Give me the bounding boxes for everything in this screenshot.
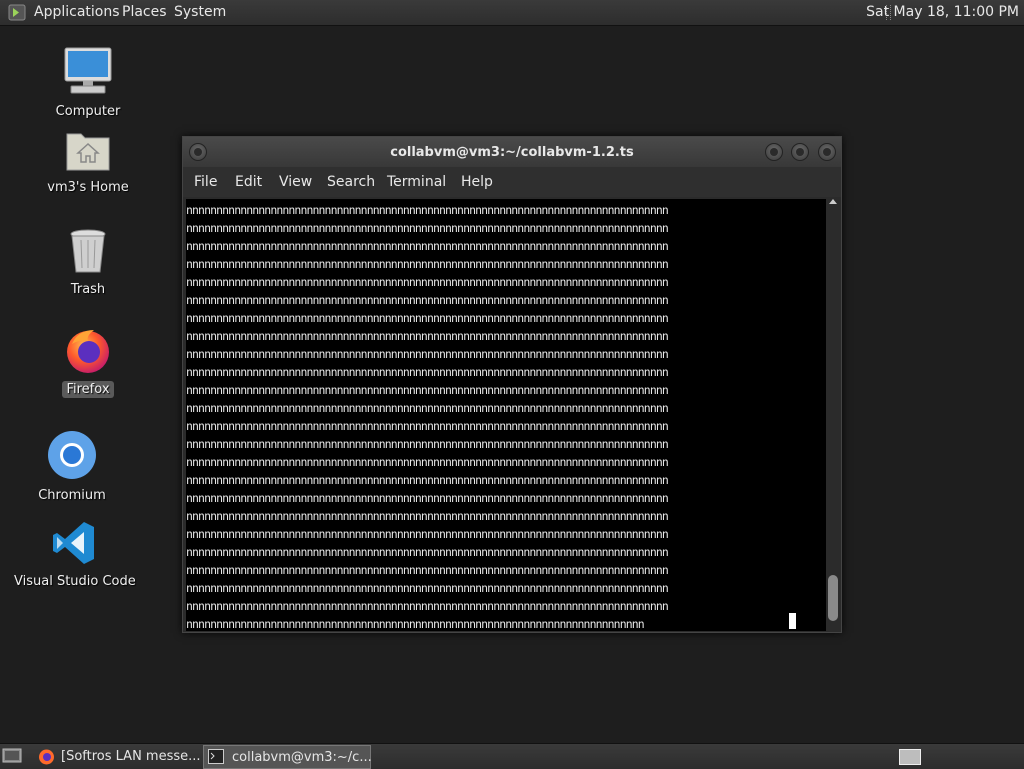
maximize-button[interactable] — [791, 143, 809, 161]
top-panel: Applications Places System Sat May 18, 1… — [0, 0, 1024, 26]
menu-edit[interactable]: Edit — [235, 174, 262, 190]
menu-applications[interactable]: Applications — [34, 4, 120, 20]
terminal-line: nnnnnnnnnnnnnnnnnnnnnnnnnnnnnnnnnnnnnnnn… — [186, 545, 669, 559]
terminal-scrollbar[interactable] — [826, 197, 840, 631]
terminal-menubar: File Edit View Search Terminal Help — [183, 167, 841, 197]
desktop-icon-home[interactable]: vm3's Home — [28, 128, 148, 195]
terminal-line: nnnnnnnnnnnnnnnnnnnnnnnnnnnnnnnnnnnnnnnn… — [186, 617, 645, 631]
show-desktop-icon[interactable] — [2, 747, 22, 764]
terminal-line: nnnnnnnnnnnnnnnnnnnnnnnnnnnnnnnnnnnnnnnn… — [186, 203, 669, 217]
terminal-cursor — [789, 613, 796, 629]
terminal-line: nnnnnnnnnnnnnnnnnnnnnnnnnnnnnnnnnnnnnnnn… — [186, 419, 669, 433]
chromium-icon — [48, 431, 96, 479]
menu-file[interactable]: File — [194, 174, 217, 190]
terminal-line: nnnnnnnnnnnnnnnnnnnnnnnnnnnnnnnnnnnnnnnn… — [186, 401, 669, 415]
taskbar-item-terminal[interactable]: collabvm@vm3:~/c... — [203, 745, 372, 769]
desktop-icon-label: vm3's Home — [47, 180, 129, 195]
terminal-text: nnnnnnnnnnnnnnnnnnnnnnnnnnnnnnnnnnnnnnnn… — [186, 201, 826, 631]
desktop-icon-label: Chromium — [38, 488, 106, 503]
terminal-line: nnnnnnnnnnnnnnnnnnnnnnnnnnnnnnnnnnnnnnnn… — [186, 275, 669, 289]
terminal-line: nnnnnnnnnnnnnnnnnnnnnnnnnnnnnnnnnnnnnnnn… — [186, 527, 669, 541]
terminal-line: nnnnnnnnnnnnnnnnnnnnnnnnnnnnnnnnnnnnnnnn… — [186, 455, 669, 469]
terminal-line: nnnnnnnnnnnnnnnnnnnnnnnnnnnnnnnnnnnnnnnn… — [186, 239, 669, 253]
terminal-line: nnnnnnnnnnnnnnnnnnnnnnnnnnnnnnnnnnnnnnnn… — [186, 509, 669, 523]
menu-help[interactable]: Help — [461, 174, 493, 190]
desktop-icon-label: Trash — [70, 282, 106, 297]
terminal-icon — [208, 749, 224, 764]
terminal-line: nnnnnnnnnnnnnnnnnnnnnnnnnnnnnnnnnnnnnnnn… — [186, 329, 669, 343]
close-button[interactable] — [818, 143, 836, 161]
terminal-line: nnnnnnnnnnnnnnnnnnnnnnnnnnnnnnnnnnnnnnnn… — [186, 383, 669, 397]
window-title: collabvm@vm3:~/collabvm-1.2.ts — [390, 145, 634, 160]
terminal-line: nnnnnnnnnnnnnnnnnnnnnnnnnnnnnnnnnnnnnnnn… — [186, 473, 669, 487]
firefox-icon — [39, 749, 54, 765]
desktop-icon-trash[interactable]: Trash — [28, 228, 148, 297]
terminal-line: nnnnnnnnnnnnnnnnnnnnnnnnnnnnnnnnnnnnnnnn… — [186, 257, 669, 271]
desktop-icon-label: Computer — [55, 104, 121, 119]
bottom-panel: [Softros LAN messe... collabvm@vm3:~/c..… — [0, 743, 1024, 769]
menu-search[interactable]: Search — [327, 174, 375, 190]
menu-terminal[interactable]: Terminal — [387, 174, 446, 190]
desktop-icon-vscode[interactable]: Visual Studio Code — [14, 520, 136, 589]
desktop-icon-chromium[interactable]: Chromium — [12, 430, 132, 503]
window-titlebar[interactable]: collabvm@vm3:~/collabvm-1.2.ts — [183, 137, 841, 167]
menu-view[interactable]: View — [279, 174, 312, 190]
menu-places[interactable]: Places — [122, 4, 167, 20]
terminal-line: nnnnnnnnnnnnnnnnnnnnnnnnnnnnnnnnnnnnnnnn… — [186, 221, 669, 235]
terminal-line: nnnnnnnnnnnnnnnnnnnnnnnnnnnnnnnnnnnnnnnn… — [186, 599, 669, 613]
terminal-line: nnnnnnnnnnnnnnnnnnnnnnnnnnnnnnnnnnnnnnnn… — [186, 311, 669, 325]
desktop-icon-label: Firefox — [62, 381, 114, 398]
terminal-line: nnnnnnnnnnnnnnnnnnnnnnnnnnnnnnnnnnnnnnnn… — [186, 293, 669, 307]
terminal-line: nnnnnnnnnnnnnnnnnnnnnnnnnnnnnnnnnnnnnnnn… — [186, 563, 669, 577]
terminal-line: nnnnnnnnnnnnnnnnnnnnnnnnnnnnnnnnnnnnnnnn… — [186, 365, 669, 379]
desktop-icon-firefox[interactable]: Firefox — [28, 326, 148, 398]
computer-icon — [64, 47, 112, 94]
terminal-line: nnnnnnnnnnnnnnnnnnnnnnnnnnnnnnnnnnnnnnnn… — [186, 437, 669, 451]
clock[interactable]: Sat May 18, 11:00 PM — [866, 4, 1019, 20]
terminal-output[interactable]: nnnnnnnnnnnnnnnnnnnnnnnnnnnnnnnnnnnnnnnn… — [186, 199, 826, 631]
trash-icon — [70, 229, 106, 273]
vscode-icon — [53, 522, 94, 564]
taskbar-item-label: [Softros LAN messe... — [61, 749, 201, 764]
scroll-up-arrow-icon[interactable] — [829, 199, 837, 204]
desktop-icon-computer[interactable]: Computer — [28, 46, 148, 119]
terminal-window[interactable]: collabvm@vm3:~/collabvm-1.2.ts File Edit… — [182, 136, 842, 633]
taskbar-item-label: collabvm@vm3:~/c... — [232, 750, 372, 765]
desktop-icon-label: Visual Studio Code — [14, 574, 136, 589]
terminal-line: nnnnnnnnnnnnnnnnnnnnnnnnnnnnnnnnnnnnnnnn… — [186, 347, 669, 361]
taskbar-item-softros[interactable]: [Softros LAN messe... — [33, 745, 201, 767]
menu-system[interactable]: System — [174, 4, 226, 20]
scrollbar-thumb[interactable] — [828, 575, 838, 621]
terminal-line: nnnnnnnnnnnnnnnnnnnnnnnnnnnnnnnnnnnnnnnn… — [186, 581, 669, 595]
applications-logo-icon[interactable] — [8, 4, 26, 21]
terminal-line: nnnnnnnnnnnnnnnnnnnnnnnnnnnnnnnnnnnnnnnn… — [186, 491, 669, 505]
workspace-switcher[interactable] — [899, 749, 921, 765]
home-folder-icon — [66, 133, 110, 171]
firefox-icon — [67, 330, 109, 373]
minimize-button[interactable] — [765, 143, 783, 161]
